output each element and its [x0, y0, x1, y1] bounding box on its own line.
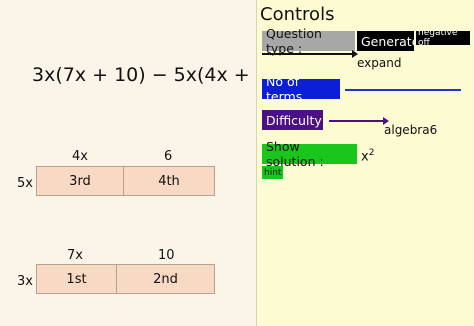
difficulty-slider[interactable] [329, 120, 385, 122]
difficulty-value: algebra6 [384, 123, 438, 137]
no-of-terms-slider[interactable] [345, 89, 461, 91]
solution-power-exponent: 2 [368, 148, 375, 158]
question-type-label: Question type : [262, 26, 355, 56]
grid2-col-label-2: 10 [158, 248, 175, 263]
show-solution-button[interactable]: Show solution : [262, 139, 357, 169]
grid1-cell-2: 4th [123, 166, 215, 196]
hint-button[interactable]: hint [262, 166, 283, 179]
grid1-col-label-2: 6 [164, 149, 173, 164]
grid2-row-label: 3x [17, 274, 33, 289]
grid1-row-label: 5x [17, 176, 33, 191]
grid1-col-label-1: 4x [72, 149, 88, 164]
negative-toggle-button[interactable]: negative off [416, 28, 470, 48]
grid2-cell-1: 1st [36, 264, 117, 294]
grid2-cell-2: 2nd [116, 264, 215, 294]
solution-preview: x2 [361, 148, 374, 164]
question-type-slider[interactable] [262, 53, 354, 55]
expression: 3x(7x + 10) − 5x(4x + 6) [32, 64, 276, 86]
left-panel: 3x(7x + 10) − 5x(4x + 6) 4x 6 5x 3rd 4th… [0, 0, 275, 326]
grid2-col-label-1: 7x [67, 248, 83, 263]
difficulty-label: Difficulty [262, 110, 323, 130]
controls-title: Controls [260, 4, 335, 25]
grid1-cell-1: 3rd [36, 166, 124, 196]
generate-button[interactable]: Generate [357, 31, 419, 51]
no-of-terms-label: No of terms [262, 74, 340, 104]
solution-power-base: x [361, 149, 369, 165]
question-type-value: expand [357, 56, 402, 70]
